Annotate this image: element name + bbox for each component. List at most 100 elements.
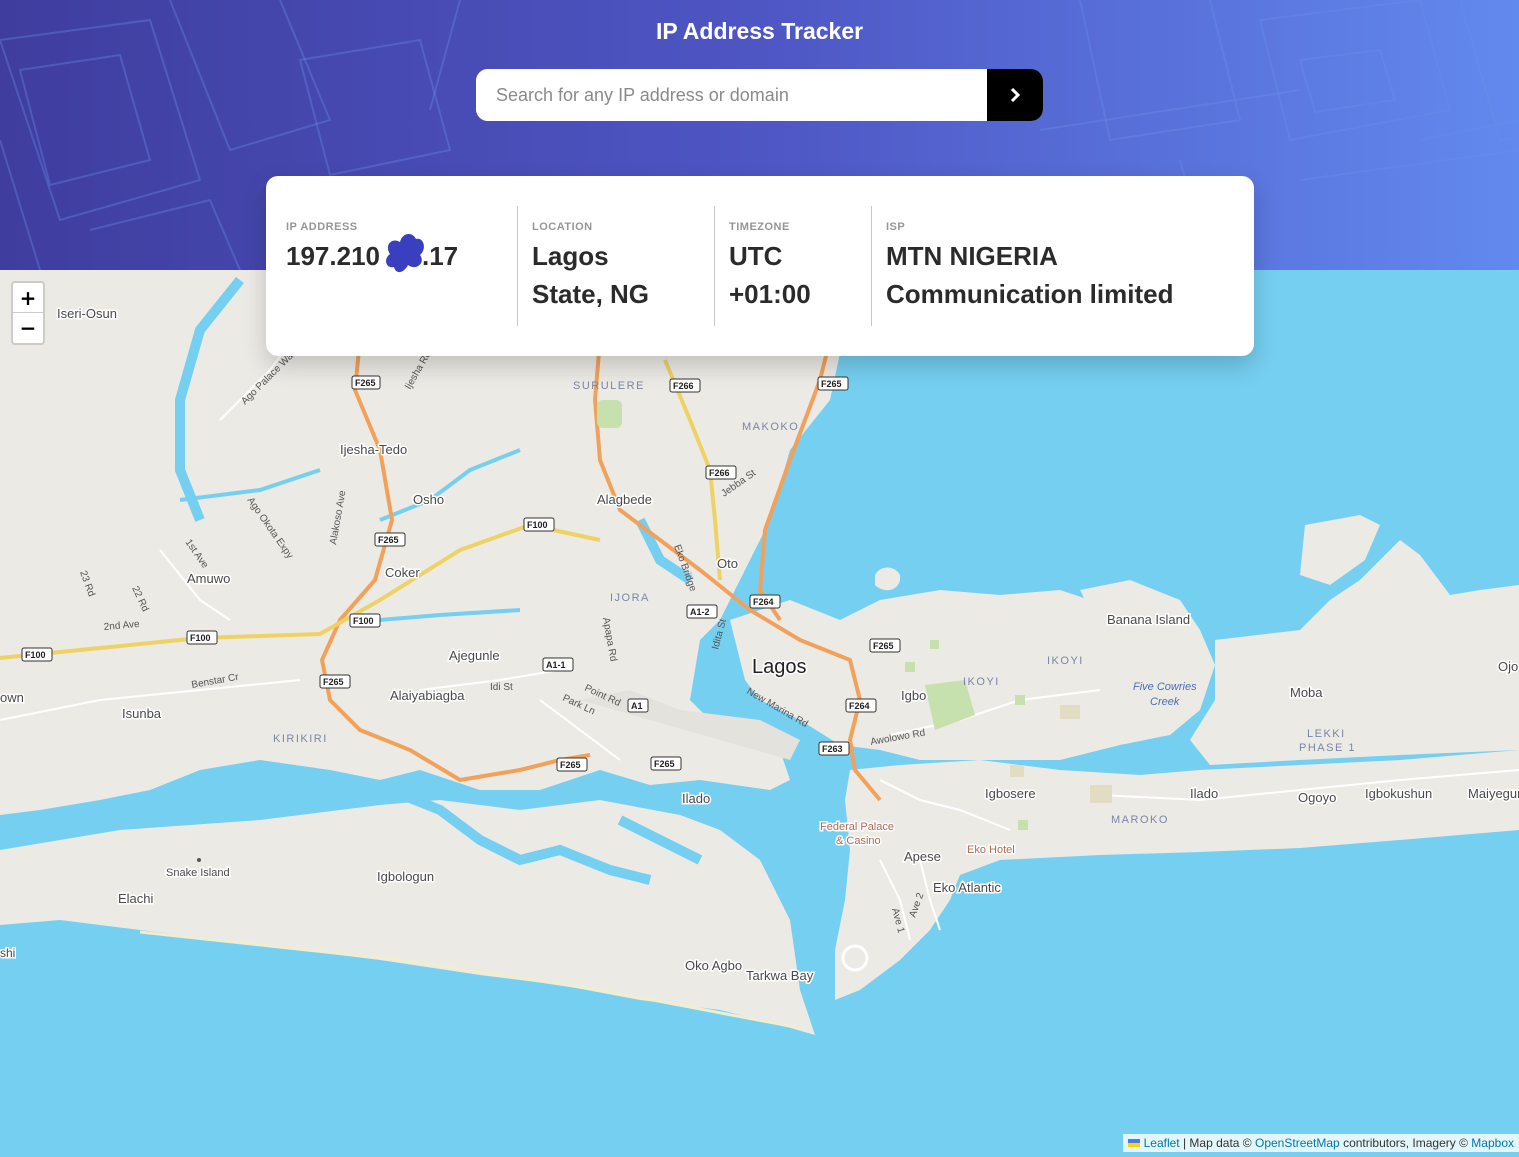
isp-section: ISP MTN NIGERIA Communication limited	[871, 206, 1251, 326]
city-label-lagos: Lagos	[752, 656, 807, 678]
district-makoko: MAKOKO	[742, 421, 799, 433]
shield-f100-b: F100	[349, 613, 381, 628]
ukraine-flag-icon	[1128, 1139, 1141, 1147]
isp-line-2: Communication limited	[886, 279, 1174, 309]
shield-f100-c: F100	[186, 630, 218, 645]
shield-f263: F263	[818, 741, 850, 756]
svg-text:F100: F100	[527, 520, 548, 530]
place-federal-palace-1: Federal Palace	[820, 821, 894, 833]
shield-f265-g: F265	[650, 756, 682, 771]
place-own: own	[0, 690, 24, 705]
location-label: LOCATION	[532, 221, 593, 233]
info-card: IP ADDRESS 197.210.17 LOCATION Lagos Sta…	[266, 176, 1254, 356]
district-ikoyi-a: IKOYI	[1047, 655, 1084, 667]
district-ikoyi-b: IKOYI	[963, 676, 1000, 688]
shield-f100-d: F100	[21, 647, 53, 662]
timezone-line-1: UTC	[729, 241, 783, 271]
svg-text:F265: F265	[323, 677, 344, 687]
district-lekki-2: PHASE 1	[1299, 742, 1356, 754]
place-coker: Coker	[385, 565, 420, 580]
map[interactable]: Iseri-Osun Ijesha-Tedo Osho Alagbede Amu…	[0, 270, 1519, 1152]
water-five-cowries-1: Five Cowries	[1133, 681, 1197, 693]
shield-f265-d: F265	[869, 638, 901, 653]
location-line-2: State, NG	[532, 279, 650, 309]
place-osho: Osho	[413, 492, 444, 507]
shield-f100-a: F100	[523, 517, 555, 532]
timezone-value: UTC +01:00	[729, 237, 857, 313]
isp-line-1: MTN NIGERIA	[886, 241, 1058, 271]
shield-f266-b: F266	[705, 465, 737, 480]
place-oto: Oto	[717, 556, 738, 571]
shield-f265-b: F265	[817, 376, 849, 391]
shield-f266-a: F266	[669, 378, 701, 393]
shield-f264-a: F264	[749, 594, 781, 609]
place-eko-atlantic: Eko Atlantic	[933, 880, 1001, 895]
svg-text:F100: F100	[190, 633, 211, 643]
district-surulere: SURULERE	[573, 380, 645, 392]
timezone-section: TIMEZONE UTC +01:00	[714, 206, 871, 326]
svg-text:F265: F265	[821, 379, 842, 389]
map-attribution: Leaflet | Map data © OpenStreetMap contr…	[1123, 1134, 1519, 1152]
shield-f265-f: F265	[556, 757, 588, 772]
zoom-out-button[interactable]: −	[13, 313, 43, 343]
place-igbologun: Igbologun	[377, 869, 434, 884]
mapbox-link[interactable]: Mapbox	[1471, 1136, 1514, 1150]
svg-text:F265: F265	[378, 535, 399, 545]
search-input[interactable]	[476, 69, 987, 121]
isp-label: ISP	[886, 221, 906, 233]
ip-address-section: IP ADDRESS 197.210.17	[286, 206, 517, 326]
place-iseri-osun: Iseri-Osun	[57, 306, 117, 321]
search-button[interactable]	[987, 69, 1043, 121]
svg-text:F265: F265	[355, 378, 376, 388]
svg-text:F266: F266	[673, 381, 694, 391]
place-maiyegun: Maiyegur	[1468, 786, 1519, 801]
place-tarkwa-bay: Tarkwa Bay	[746, 968, 814, 983]
road-idi-st: Idi St	[490, 682, 513, 693]
zoom-in-button[interactable]: +	[13, 283, 43, 313]
place-igbosere: Igbosere	[985, 786, 1036, 801]
search-bar	[476, 69, 1043, 121]
place-isunba: Isunba	[122, 706, 162, 721]
svg-text:F265: F265	[654, 759, 675, 769]
place-oko-agbo: Oko Agbo	[685, 958, 742, 973]
district-kirikiri: KIRIKIRI	[273, 733, 328, 745]
svg-text:F100: F100	[353, 616, 374, 626]
shield-f265-e: F265	[319, 674, 351, 689]
water-five-cowries-2: Creek	[1150, 696, 1180, 708]
svg-text:F265: F265	[873, 641, 894, 651]
svg-text:F263: F263	[822, 744, 843, 754]
svg-text:F100: F100	[25, 650, 46, 660]
district-ijora: IJORA	[610, 592, 650, 604]
place-igbo: Igbo	[901, 688, 926, 703]
timezone-line-2: +01:00	[729, 279, 811, 309]
openstreetmap-link[interactable]: OpenStreetMap	[1255, 1136, 1340, 1150]
svg-text:F266: F266	[709, 468, 730, 478]
place-alaiyabiagba: Alaiyabiagba	[390, 688, 465, 703]
place-ogoyo: Ogoyo	[1298, 790, 1336, 805]
place-alagbede: Alagbede	[597, 492, 652, 507]
app-title: IP Address Tracker	[655, 18, 864, 44]
place-snake-island: Snake Island	[166, 867, 230, 879]
place-moba: Moba	[1290, 685, 1323, 700]
place-ojo: Ojo	[1498, 659, 1518, 674]
svg-text:A1-1: A1-1	[546, 660, 566, 670]
location-value: Lagos State, NG	[532, 237, 700, 313]
place-amuwo: Amuwo	[187, 571, 230, 586]
timezone-label: TIMEZONE	[729, 221, 790, 233]
shield-f264-b: F264	[845, 698, 877, 713]
place-shi: shi	[0, 946, 15, 960]
shield-a1: A1	[627, 698, 649, 713]
contributors-text: contributors, Imagery ©	[1343, 1136, 1468, 1150]
place-banana-island: Banana Island	[1107, 612, 1190, 627]
snake-island-dot	[197, 858, 201, 862]
svg-text:A1-2: A1-2	[690, 607, 710, 617]
map-canvas[interactable]: Iseri-Osun Ijesha-Tedo Osho Alagbede Amu…	[0, 270, 1519, 1152]
location-line-1: Lagos	[532, 241, 609, 271]
place-apese: Apese	[904, 849, 941, 864]
leaflet-link[interactable]: Leaflet	[1144, 1136, 1180, 1150]
zoom-control: + −	[11, 281, 45, 345]
place-ilado: Ilado	[682, 791, 710, 806]
chevron-right-icon	[1010, 87, 1021, 103]
map-data-text: | Map data ©	[1182, 1136, 1252, 1150]
place-igbokushun: Igbokushun	[1365, 786, 1432, 801]
